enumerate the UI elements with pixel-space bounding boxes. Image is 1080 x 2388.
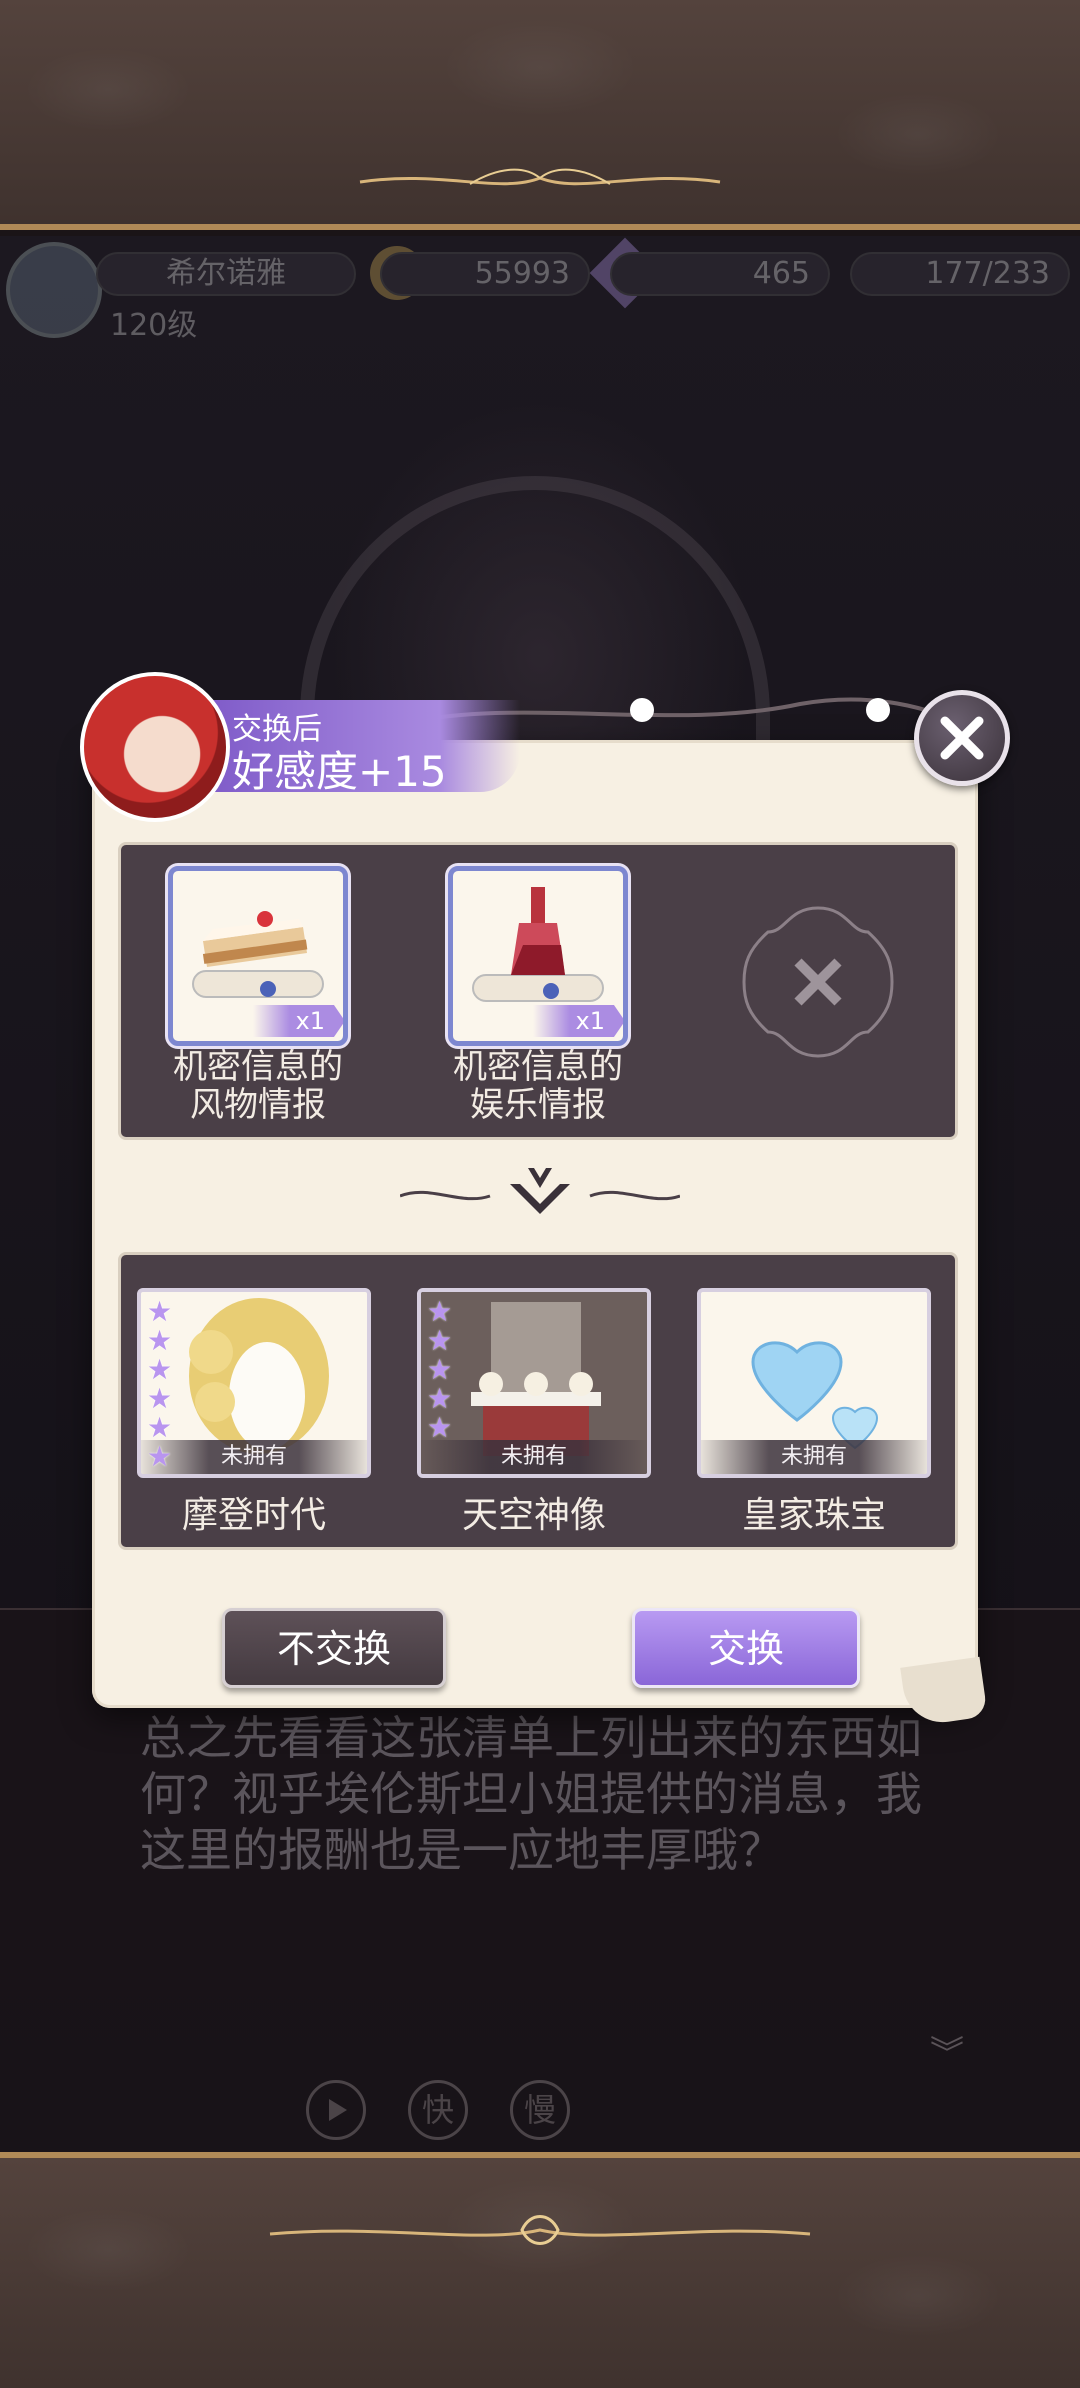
auto-play-button[interactable] <box>306 2080 366 2140</box>
top-ornament-band <box>0 0 1080 230</box>
fast-forward-button[interactable]: 快 <box>408 2080 468 2140</box>
reward-label: 皇家珠宝 <box>741 1495 886 1536</box>
not-owned-tag: 未拥有 <box>701 1440 927 1474</box>
empty-slot-icon <box>742 906 894 1058</box>
slow-button[interactable]: 慢 <box>510 2080 570 2140</box>
close-icon <box>940 716 984 760</box>
give-item-frame: x1 <box>168 866 348 1046</box>
character-avatar <box>80 672 230 822</box>
reward-item-3[interactable]: 未拥有 皇家珠宝 <box>697 1288 931 1538</box>
top-hud: 希尔诺雅 120级 55993 465 177/233 <box>0 237 1080 358</box>
exchange-button[interactable]: 交换 <box>632 1608 860 1688</box>
not-owned-tag: 未拥有 <box>141 1440 367 1474</box>
player-avatar[interactable] <box>6 242 102 338</box>
label-line: 风物情报 <box>190 1085 326 1125</box>
gold-counter[interactable]: 55993 <box>380 252 590 296</box>
dialogue-text: 总之先看看这张清单上列出来的东西如何？视乎埃伦斯坦小姐提供的消息，我这里的报酬也… <box>140 1711 922 1877</box>
reward-label: 天空神像 <box>461 1495 606 1536</box>
player-level: 120级 <box>110 308 198 343</box>
quantity-badge: x1 <box>253 1005 343 1037</box>
give-item-1[interactable]: x1 机密信息的 风物情报 <box>168 866 348 1124</box>
player-name: 希尔诺雅 <box>96 252 356 296</box>
give-item-label: 机密信息的 风物情报 <box>168 1048 348 1124</box>
not-owned-tag: 未拥有 <box>421 1440 647 1474</box>
give-item-label: 机密信息的 娱乐情报 <box>448 1048 628 1124</box>
rarity-stars: ★ ★ ★ ★ ★ <box>427 1295 453 1444</box>
quantity-badge: x1 <box>533 1005 623 1037</box>
flourish-top-icon <box>359 168 721 186</box>
reward-frame: ★ ★ ★ ★ ★ 未拥有 <box>417 1288 651 1478</box>
next-chevron-icon[interactable]: ︾ <box>930 2026 964 2075</box>
label-line: 机密信息的 <box>453 1047 623 1087</box>
bottom-ornament-band <box>0 2152 1080 2388</box>
give-item-2[interactable]: x1 机密信息的 娱乐情报 <box>448 866 628 1124</box>
give-item-frame: x1 <box>448 866 628 1046</box>
reward-item-2[interactable]: ★ ★ ★ ★ ★ 未拥有 天空神像 <box>417 1288 651 1538</box>
close-button[interactable] <box>914 690 1010 786</box>
reward-label: 摩登时代 <box>181 1495 326 1536</box>
reward-frame: 未拥有 <box>697 1288 931 1478</box>
energy-counter[interactable]: 177/233 <box>850 252 1070 296</box>
label-line: 机密信息的 <box>173 1047 343 1087</box>
reward-item-1[interactable]: ★ ★ ★ ★ ★ ★ 未拥有 摩登时代 <box>137 1288 371 1538</box>
play-icon <box>329 2099 347 2121</box>
flourish-bottom-icon <box>269 2215 811 2245</box>
arrow-down-icon <box>400 1168 680 1214</box>
label-line: 娱乐情报 <box>470 1085 606 1125</box>
affection-value: 好感度+15 <box>232 747 447 796</box>
rarity-stars: ★ ★ ★ ★ ★ ★ <box>147 1295 173 1473</box>
gem-counter[interactable]: 465 <box>610 252 830 296</box>
decline-button[interactable]: 不交换 <box>222 1608 446 1688</box>
reward-frame: ★ ★ ★ ★ ★ ★ 未拥有 <box>137 1288 371 1478</box>
